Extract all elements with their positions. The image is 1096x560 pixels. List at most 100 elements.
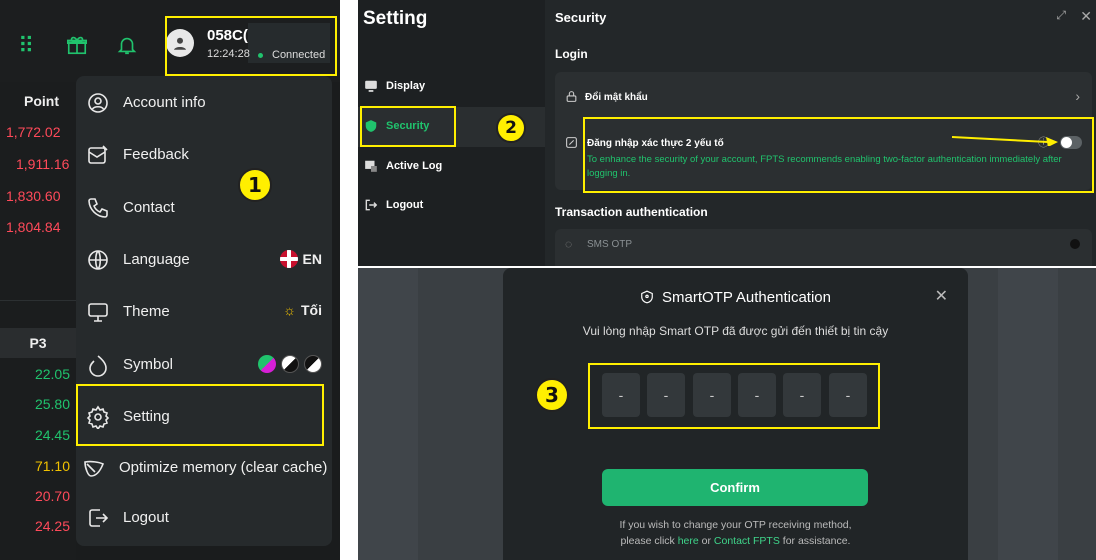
language-value[interactable]: EN <box>279 250 322 268</box>
here-link[interactable]: here <box>678 535 699 547</box>
signature-icon <box>565 136 578 154</box>
grid-icon[interactable]: ⠿ <box>18 34 34 59</box>
sidebar-item-logout[interactable]: Logout <box>358 186 545 226</box>
confirm-button[interactable]: Confirm <box>602 469 868 506</box>
symbol-swatches[interactable] <box>258 355 322 373</box>
logout-icon <box>364 198 378 212</box>
connection-status: Connected <box>272 49 326 61</box>
p3-header: P3 <box>0 328 76 358</box>
swatch-icon[interactable] <box>304 355 322 373</box>
menu-item-optimize-memory[interactable]: Optimize memory (clear cache) <box>76 444 332 492</box>
close-icon[interactable]: ✕ <box>935 286 948 306</box>
menu-label: Symbol <box>123 356 174 373</box>
security-content: Security ⤢ ✕ Login Đổi mật khẩu › Đăng n… <box>545 0 1096 266</box>
p3-value: 22.05 <box>34 366 70 382</box>
two-factor-toggle[interactable] <box>1060 136 1082 149</box>
menu-label: Logout <box>123 509 169 526</box>
chevron-right-icon[interactable]: › <box>1075 88 1080 104</box>
footer-text: for assistance. <box>782 535 851 547</box>
menu-item-logout[interactable]: Logout <box>76 494 332 542</box>
status-dot <box>258 53 263 58</box>
bell-icon[interactable] <box>116 34 138 62</box>
p3-value: 24.25 <box>34 518 70 534</box>
globe-icon <box>86 248 110 272</box>
background-column <box>358 268 418 560</box>
theme-value[interactable]: ☼ Tối <box>283 302 322 318</box>
p3-value: 25.80 <box>34 396 70 412</box>
avatar[interactable] <box>166 29 194 57</box>
gift-icon[interactable] <box>66 34 88 62</box>
gear-icon <box>86 405 110 431</box>
step-badge: 1 <box>238 168 272 202</box>
sms-otp-label: SMS OTP <box>587 239 633 250</box>
point-value: 1,772.02 <box>6 124 61 140</box>
change-password-link[interactable]: Đổi mật khẩu <box>585 92 648 103</box>
contact-fpts-link[interactable]: Contact FPTS <box>714 535 780 547</box>
shield-icon <box>364 119 378 133</box>
expand-icon[interactable]: ⤢ <box>1056 8 1066 23</box>
point-header: Point <box>24 93 59 109</box>
transaction-card: ◌ SMS OTP <box>555 229 1092 266</box>
sms-otp-radio[interactable] <box>1070 239 1080 249</box>
arrow-annotation <box>951 136 1058 146</box>
menu-label: Language <box>123 251 190 268</box>
shield-icon <box>640 290 654 308</box>
p3-value: 24.45 <box>34 427 70 443</box>
otp-digit-input[interactable]: - <box>783 373 821 417</box>
uk-flag-icon <box>279 250 298 268</box>
phone-icon <box>86 196 110 220</box>
two-factor-label: Đăng nhập xác thực 2 yếu tố <box>587 138 724 149</box>
settings-panel: Setting Display Security Active Log Logo… <box>358 0 1096 266</box>
two-factor-description: To enhance the security of your account,… <box>587 154 1062 179</box>
sidebar-title: Setting <box>363 8 428 29</box>
otp-digit-input[interactable]: - <box>829 373 867 417</box>
point-value: 1,804.84 <box>6 219 61 235</box>
menu-label: Contact <box>123 199 175 216</box>
monitor-icon <box>86 300 110 324</box>
account-number: 058C( <box>207 27 248 44</box>
point-value: 1,911.16 <box>16 156 70 172</box>
menu-label: Theme <box>123 303 170 320</box>
p3-value: 71.10 <box>34 458 70 474</box>
menu-item-account-info[interactable]: Account info <box>76 79 332 127</box>
otp-digit-input[interactable]: - <box>647 373 685 417</box>
leaf-icon <box>82 456 106 480</box>
menu-label: Optimize memory (clear cache) <box>119 459 328 476</box>
close-icon[interactable]: ✕ <box>1080 8 1092 25</box>
sidebar-item-active-log[interactable]: Active Log <box>358 147 545 187</box>
sidebar-label: Security <box>386 120 430 132</box>
p3-value: 20.70 <box>34 488 70 504</box>
otp-digit-input[interactable]: - <box>738 373 776 417</box>
menu-item-symbol[interactable]: Symbol <box>76 341 332 389</box>
menu-label: Setting <box>123 408 170 425</box>
clock-time: 12:24:28 <box>207 48 250 60</box>
menu-item-feedback[interactable]: Feedback <box>76 131 332 179</box>
section-heading: Transaction authentication <box>555 205 708 219</box>
footer-text: or <box>701 535 711 547</box>
divider <box>0 300 76 301</box>
menu-item-contact[interactable]: Contact <box>76 184 332 232</box>
background-column <box>998 268 1058 560</box>
menu-item-language[interactable]: Language EN <box>76 236 332 284</box>
language-code: EN <box>302 251 322 267</box>
modal-title: SmartOTP Authentication <box>503 289 968 308</box>
feedback-icon <box>86 143 110 167</box>
swatch-icon[interactable] <box>281 355 299 373</box>
symbol-icon <box>86 353 110 377</box>
otp-digit-input[interactable]: - <box>602 373 640 417</box>
smartotp-panel: SmartOTP Authentication ✕ Vui lòng nhập … <box>358 268 1096 560</box>
swatch-icon[interactable] <box>258 355 276 373</box>
account-dropdown-menu: Account info Feedback Contact Language E… <box>76 76 332 546</box>
page-title: Security <box>555 10 607 25</box>
sidebar-item-display[interactable]: Display <box>358 67 545 107</box>
menu-item-theme[interactable]: Theme ☼ Tối <box>76 288 332 336</box>
menu-item-setting[interactable]: Setting <box>76 393 332 441</box>
account-menu-panel: ⠿ 058C( 12:24:28 Connected Point 1,772.0… <box>0 0 340 560</box>
footer-text: please click <box>620 535 675 547</box>
sidebar-label: Logout <box>386 199 424 211</box>
otp-icon: ◌ <box>565 237 573 251</box>
otp-digit-input[interactable]: - <box>693 373 731 417</box>
theme-name: Tối <box>301 302 322 318</box>
sun-icon: ☼ <box>283 302 296 318</box>
account-circle-icon <box>86 91 110 115</box>
